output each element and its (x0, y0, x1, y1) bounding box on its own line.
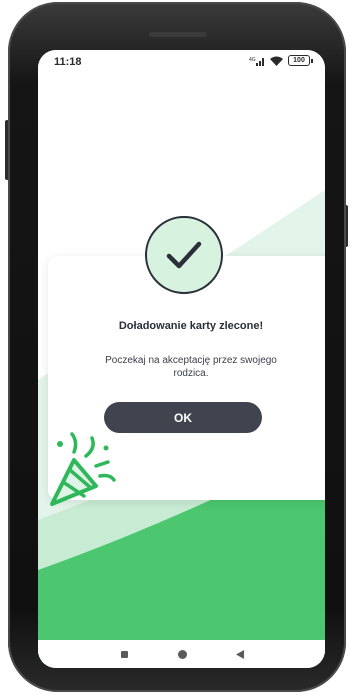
dialog-title: Doładowanie karty zlecone! (118, 320, 264, 332)
wifi-icon (270, 56, 283, 66)
phone-screen: 11:18 4G 100 Doładowanie karty zlecone! … (38, 50, 325, 668)
battery-level: 100 (288, 55, 310, 66)
status-bar: 11:18 4G 100 (38, 50, 325, 76)
battery-icon: 100 (288, 55, 313, 66)
back-icon (236, 649, 244, 659)
phone-speaker (149, 32, 207, 37)
device-mockup: 11:18 4G 100 Doładowanie karty zlecone! … (0, 0, 352, 695)
check-circle-icon (145, 216, 223, 294)
phone-frame: 11:18 4G 100 Doładowanie karty zlecone! … (8, 2, 346, 692)
svg-text:4G: 4G (249, 57, 256, 63)
signal-icon: 4G (249, 57, 264, 66)
party-popper-icon (50, 432, 116, 506)
recent-apps-button[interactable] (104, 640, 144, 668)
status-time: 11:18 (54, 56, 82, 68)
back-button[interactable] (220, 640, 260, 668)
home-icon (177, 649, 187, 659)
status-icons: 4G 100 (249, 55, 313, 66)
home-button[interactable] (162, 640, 202, 668)
recent-apps-icon (120, 650, 128, 658)
ok-button[interactable]: OK (104, 402, 262, 433)
navigation-bar (38, 640, 325, 668)
dialog-message: Poczekaj na akceptację przez swojego rod… (105, 355, 277, 379)
